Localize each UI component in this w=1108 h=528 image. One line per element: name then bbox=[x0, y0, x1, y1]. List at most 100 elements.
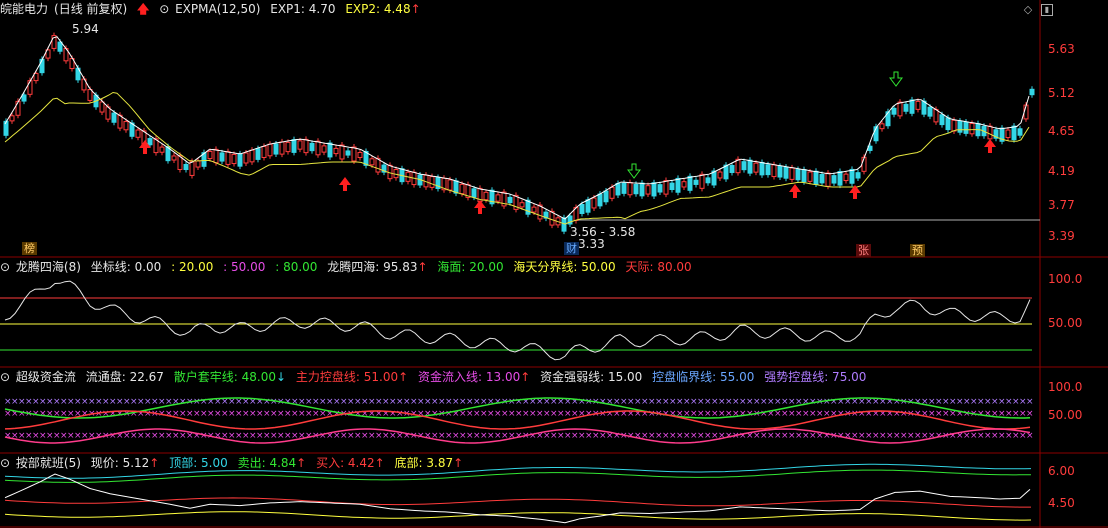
candle-body bbox=[747, 159, 753, 174]
candle-body bbox=[285, 141, 291, 153]
anbu-panel[interactable]: ⊙ 按部就班(5) 现价: 5.12↑ 顶部: 5.00 卖出: 4.84↑ 买… bbox=[0, 454, 1108, 528]
candle-body bbox=[609, 186, 615, 199]
candle-body bbox=[351, 146, 357, 162]
candle-body bbox=[987, 125, 993, 140]
settings-circle-icon[interactable]: ⊙ bbox=[0, 456, 10, 470]
candle-body bbox=[231, 153, 237, 165]
tag-yu[interactable]: 预 bbox=[910, 244, 925, 257]
candle-body bbox=[771, 164, 777, 178]
candle-body bbox=[171, 155, 177, 161]
anbu-header: ⊙ 按部就班(5) 现价: 5.12↑ 顶部: 5.00 卖出: 4.84↑ 买… bbox=[0, 454, 469, 472]
candle-body bbox=[189, 161, 195, 176]
candle-body bbox=[309, 142, 315, 152]
longteng-axis: 100.0 50.00 bbox=[1040, 258, 1108, 368]
candle-body bbox=[249, 149, 255, 163]
candle-body bbox=[663, 180, 669, 195]
candle-body bbox=[927, 106, 933, 117]
candle-body bbox=[507, 196, 513, 204]
longteng-header: ⊙ 龙腾四海(8) 坐标线: 0.00 : 20.00 : 50.00 : 80… bbox=[0, 258, 698, 276]
candle-body bbox=[669, 182, 675, 191]
up-arrow-icon: ↑ bbox=[374, 456, 385, 470]
main-header: 皖能电力 (日线 前复权) 🡅 ⊙ EXPMA(12,50) EXP1: 4.70… bbox=[0, 0, 427, 18]
tag-cai[interactable]: 财 bbox=[564, 242, 579, 255]
candle-body bbox=[261, 146, 267, 158]
candle-body bbox=[945, 117, 951, 131]
up-arrow-icon: ↑ bbox=[149, 456, 160, 470]
candle-body bbox=[1011, 125, 1017, 141]
candle-body bbox=[693, 179, 699, 185]
buy-arrow-icon bbox=[339, 177, 351, 191]
up-arrow-icon: 🡅 bbox=[137, 2, 150, 16]
candle-body bbox=[327, 142, 333, 158]
candle-body bbox=[627, 182, 633, 196]
zhuli-value: 主力控盘线: 51.00 bbox=[295, 370, 399, 384]
candle-body bbox=[633, 183, 639, 195]
longteng-name[interactable]: 龙腾四海(8) bbox=[16, 260, 81, 274]
price-tick: 5.63 bbox=[1048, 42, 1075, 56]
candle-body bbox=[213, 148, 219, 164]
settings-circle-icon[interactable]: ⊙ bbox=[0, 260, 10, 274]
buy-arrow-icon bbox=[789, 184, 801, 198]
candle-body bbox=[603, 190, 609, 203]
axis-tick: 50.00 bbox=[1048, 408, 1083, 422]
longteng-value: 龙腾四海: 95.83 bbox=[327, 260, 418, 274]
candle-body bbox=[825, 172, 831, 187]
expma-circle-icon[interactable]: ⊙ bbox=[159, 2, 169, 16]
diamond-icon[interactable]: ◇ bbox=[1022, 4, 1034, 16]
candle-body bbox=[219, 152, 225, 162]
indicator-name[interactable]: EXPMA(12,50) bbox=[175, 2, 260, 16]
candle-body bbox=[903, 103, 909, 112]
candle-body bbox=[879, 123, 885, 130]
candle-body bbox=[273, 143, 279, 155]
candle-body bbox=[117, 114, 123, 129]
price-tick: 5.12 bbox=[1048, 86, 1075, 100]
longteng-panel[interactable]: ⊙ 龙腾四海(8) 坐标线: 0.00 : 20.00 : 50.00 : 80… bbox=[0, 258, 1108, 368]
candle-body bbox=[1029, 88, 1035, 96]
axis-tick: 4.50 bbox=[1048, 496, 1075, 510]
candle-body bbox=[621, 182, 627, 194]
candle-body bbox=[21, 94, 27, 102]
money-flow-panel[interactable]: × × × × × × × × × × × × × × × × × × × × × × × × × × × × × × × × × × × × × × × ×… bbox=[0, 368, 1108, 454]
candle-body bbox=[267, 143, 273, 157]
anbu-name[interactable]: 按部就班(5) bbox=[16, 456, 81, 470]
down-arrow-icon: ↓ bbox=[276, 370, 287, 384]
candle-body bbox=[135, 129, 141, 138]
candle-body bbox=[807, 171, 813, 182]
longteng-line bbox=[4, 280, 1031, 361]
candle-body bbox=[303, 138, 309, 154]
candle-body bbox=[951, 119, 957, 132]
low-price-label: 3.33 bbox=[578, 237, 605, 251]
money-flow-axis: 100.0 50.00 bbox=[1040, 368, 1108, 454]
candle-body bbox=[225, 151, 231, 165]
candle-body bbox=[645, 185, 651, 195]
candle-body bbox=[531, 206, 537, 213]
xianjia-value: 现价: 5.12 bbox=[90, 456, 150, 470]
candle-body bbox=[969, 123, 975, 135]
price-axis: 5.63 5.12 4.65 4.19 3.77 3.39 bbox=[1040, 0, 1108, 258]
candle-body bbox=[279, 141, 285, 155]
liuru-value: 资金流入线: 13.00 bbox=[418, 370, 521, 384]
settings-circle-icon[interactable]: ⊙ bbox=[0, 370, 10, 384]
candle-body bbox=[759, 161, 765, 176]
anbu-axis: 6.00 4.50 bbox=[1040, 454, 1108, 528]
qiangruo-value: 资金强弱线: 15.00 bbox=[540, 370, 643, 384]
money-flow-name[interactable]: 超级资金流 bbox=[16, 370, 76, 384]
candle-body bbox=[159, 146, 165, 153]
candle-body bbox=[357, 152, 363, 158]
candle-body bbox=[597, 193, 603, 207]
candle-body bbox=[453, 180, 459, 194]
candle-body bbox=[909, 99, 915, 114]
candle-body bbox=[735, 158, 741, 174]
coord-line-value: 坐标线: 0.00 bbox=[90, 260, 162, 274]
axis-tick: 50.00 bbox=[1048, 316, 1083, 330]
tag-zhang[interactable]: 张 bbox=[856, 244, 871, 257]
candle-body bbox=[585, 199, 591, 213]
up-arrow-icon: ↑ bbox=[453, 456, 464, 470]
candle-body bbox=[15, 100, 21, 116]
price-tick: 3.77 bbox=[1048, 198, 1075, 212]
candle-body bbox=[891, 107, 897, 115]
tag-bang[interactable]: 榜 bbox=[22, 242, 37, 255]
axis-tick: 100.0 bbox=[1048, 272, 1083, 286]
main-chart-panel[interactable]: 皖能电力 (日线 前复权) 🡅 ⊙ EXPMA(12,50) EXP1: 4.70… bbox=[0, 0, 1108, 258]
up-arrow-icon: ↑ bbox=[520, 370, 531, 384]
